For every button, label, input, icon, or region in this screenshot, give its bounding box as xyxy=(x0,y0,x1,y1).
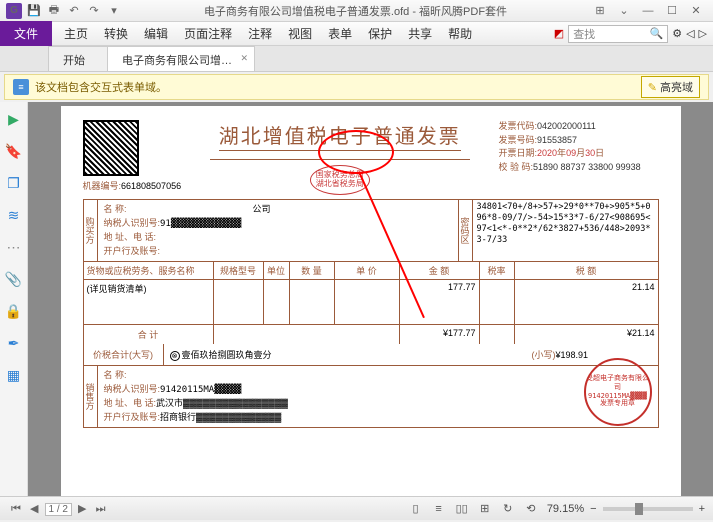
facing-icon[interactable]: ▯▯ xyxy=(453,500,471,516)
view-modes: ▯ ≡ ▯▯ ⊞ ↻ ⟲ xyxy=(406,500,541,517)
tab-start-label: 开始 xyxy=(63,55,85,67)
minimize-icon[interactable]: — xyxy=(637,3,659,19)
info-message: 该文档包含交互式表单域。 xyxy=(35,79,641,95)
menu-share[interactable]: 共享 xyxy=(400,21,440,46)
quick-access: G 💾 🖶 ↶ ↷ ▾ xyxy=(6,3,122,19)
outline-icon[interactable]: 🔖 xyxy=(5,142,23,160)
tab-close-icon[interactable]: ✕ xyxy=(240,53,248,64)
bookmark-icon[interactable]: ▶ xyxy=(5,110,23,128)
close-icon[interactable]: ✕ xyxy=(685,3,707,19)
menu-comment[interactable]: 注释 xyxy=(240,21,280,46)
tab-document-label: 电子商务有限公司增… xyxy=(122,55,232,67)
file-menu[interactable]: 文件 xyxy=(0,21,52,46)
last-page-icon[interactable]: ⏭ xyxy=(93,503,109,515)
rotate-icon[interactable]: ⟲ xyxy=(522,500,540,516)
form-info-bar: ≡ 该文档包含交互式表单域。 ✎高亮域 xyxy=(4,74,709,100)
total-row: 合 计 ¥177.77 ¥21.14 xyxy=(84,324,658,344)
next-page-icon[interactable]: ▶ xyxy=(75,503,89,515)
seller-info: 名 称: 纳税人识别号:91420115MA▓▓▓▓▓ 地 址、电 话:武汉市▓… xyxy=(98,366,658,427)
page-input[interactable]: 1 / 2 xyxy=(45,503,72,516)
menu-home[interactable]: 主页 xyxy=(56,21,96,46)
search-placeholder: 查找 xyxy=(573,26,595,42)
machine-number: 机器编号:661808507056 xyxy=(83,179,182,192)
zoom-value: 79.15% xyxy=(547,503,584,515)
app-logo: G xyxy=(6,3,22,19)
zoom-slider[interactable] xyxy=(603,507,693,511)
undo-icon[interactable]: ↶ xyxy=(66,3,82,19)
cipher-text: 34801<70+/8+>57+>29*0**70+>905*5+096*8-0… xyxy=(473,200,658,261)
buyer-info: 名 称: 公司 纳税人识别号:91▓▓▓▓▓▓▓▓▓▓▓▓▓ 地 址、电 话: … xyxy=(98,200,458,261)
fields-icon[interactable]: ▦ xyxy=(5,366,23,384)
info-icon: ≡ xyxy=(13,79,29,95)
items-row: (详见销货清单) 177.77 21.14 xyxy=(84,280,658,324)
qa-dropdown-icon[interactable]: ▾ xyxy=(106,3,122,19)
comments-icon[interactable]: ⋯ xyxy=(5,238,23,256)
page-nav: ⏮ ◀ 1 / 2 ▶ ⏭ xyxy=(8,502,108,516)
zoom-in-icon[interactable]: + xyxy=(699,503,705,515)
highlight-fields-button[interactable]: ✎高亮域 xyxy=(641,76,700,98)
reflow-icon[interactable]: ↻ xyxy=(499,500,517,516)
menu-form[interactable]: 表单 xyxy=(320,21,360,46)
ribbon-min-icon[interactable]: ◁ xyxy=(686,27,694,40)
highlight-icon: ✎ xyxy=(648,81,657,94)
menu-page[interactable]: 页面注释 xyxy=(176,21,240,46)
signatures-icon[interactable]: ✒ xyxy=(5,334,23,352)
continuous-facing-icon[interactable]: ⊞ xyxy=(476,500,494,516)
pages-icon[interactable]: ❐ xyxy=(5,174,23,192)
attachments-icon[interactable]: 📎 xyxy=(5,270,23,288)
menu-edit[interactable]: 编辑 xyxy=(136,21,176,46)
annotation-circle-seal xyxy=(318,130,394,174)
company-seal: 旻超电子商务有限公司 91420115MA▓▓▓▓ 发票专用章 xyxy=(584,358,652,426)
ribbon-more-icon[interactable]: ▷ xyxy=(699,27,707,40)
tab-start[interactable]: 开始 xyxy=(48,46,108,71)
qr-code xyxy=(83,120,139,176)
title-bar: G 💾 🖶 ↶ ↷ ▾ 电子商务有限公司增值税电子普通发票.ofd - 福昕风腾… xyxy=(0,0,713,22)
redo-icon[interactable]: ↷ xyxy=(86,3,102,19)
buyer-label: 购买方 xyxy=(84,200,98,261)
print-icon[interactable]: 🖶 xyxy=(46,3,62,19)
cipher-label: 密码区 xyxy=(459,200,473,261)
zoom-out-icon[interactable]: − xyxy=(590,503,596,515)
ribbon-help-icon[interactable]: ⌄ xyxy=(613,3,635,19)
save-icon[interactable]: 💾 xyxy=(26,3,42,19)
search-icon[interactable]: 🔍 xyxy=(649,27,663,40)
tab-document[interactable]: 电子商务有限公司增… ✕ xyxy=(107,46,255,71)
menu-help[interactable]: 帮助 xyxy=(440,21,480,46)
flag-icon[interactable]: ◩ xyxy=(554,27,564,40)
first-page-icon[interactable]: ⏮ xyxy=(8,503,24,515)
continuous-icon[interactable]: ≡ xyxy=(430,501,448,517)
layers-icon[interactable]: ≋ xyxy=(5,206,23,224)
capital-row: 价税合计(大写) ⊗壹佰玖拾捌圆玖角壹分 (小写)¥198.91 xyxy=(84,344,658,366)
settings-icon[interactable]: ⚙ xyxy=(672,27,682,40)
items-header: 货物或应税劳务、服务名称 规格型号 单位 数 量 单 价 金 额 税率 税 额 xyxy=(84,262,658,280)
seller-label: 销售方 xyxy=(84,366,98,427)
search-box[interactable]: 查找 🔍 xyxy=(568,25,668,43)
menu-view[interactable]: 视图 xyxy=(280,21,320,46)
highlight-label: 高亮域 xyxy=(660,79,693,95)
ribbon-options-icon[interactable]: ⊞ xyxy=(589,3,611,19)
security-icon[interactable]: 🔒 xyxy=(5,302,23,320)
invoice-codes: 发票代码:042002000111 发票号码:91553857 开票日期:202… xyxy=(499,120,659,195)
document-canvas[interactable]: 机器编号:661808507056 湖北增值税电子普通发票 国家税务总局 湖北省… xyxy=(28,102,713,496)
document-tabs: 开始 电子商务有限公司增… ✕ xyxy=(0,46,713,72)
menu-bar: 文件 主页 转换 编辑 页面注释 注释 视图 表单 保护 共享 帮助 ◩ 查找 … xyxy=(0,22,713,46)
single-page-icon[interactable]: ▯ xyxy=(407,500,425,516)
menu-convert[interactable]: 转换 xyxy=(96,21,136,46)
window-title: 电子商务有限公司增值税电子普通发票.ofd - 福昕风腾PDF套件 xyxy=(122,3,589,19)
status-bar: ⏮ ◀ 1 / 2 ▶ ⏭ ▯ ≡ ▯▯ ⊞ ↻ ⟲ 79.15% − + xyxy=(0,496,713,520)
menu-protect[interactable]: 保护 xyxy=(360,21,400,46)
navigation-sidebar: ▶ 🔖 ❐ ≋ ⋯ 📎 🔒 ✒ ▦ xyxy=(0,102,28,496)
maximize-icon[interactable]: ☐ xyxy=(661,3,683,19)
prev-page-icon[interactable]: ◀ xyxy=(27,503,41,515)
